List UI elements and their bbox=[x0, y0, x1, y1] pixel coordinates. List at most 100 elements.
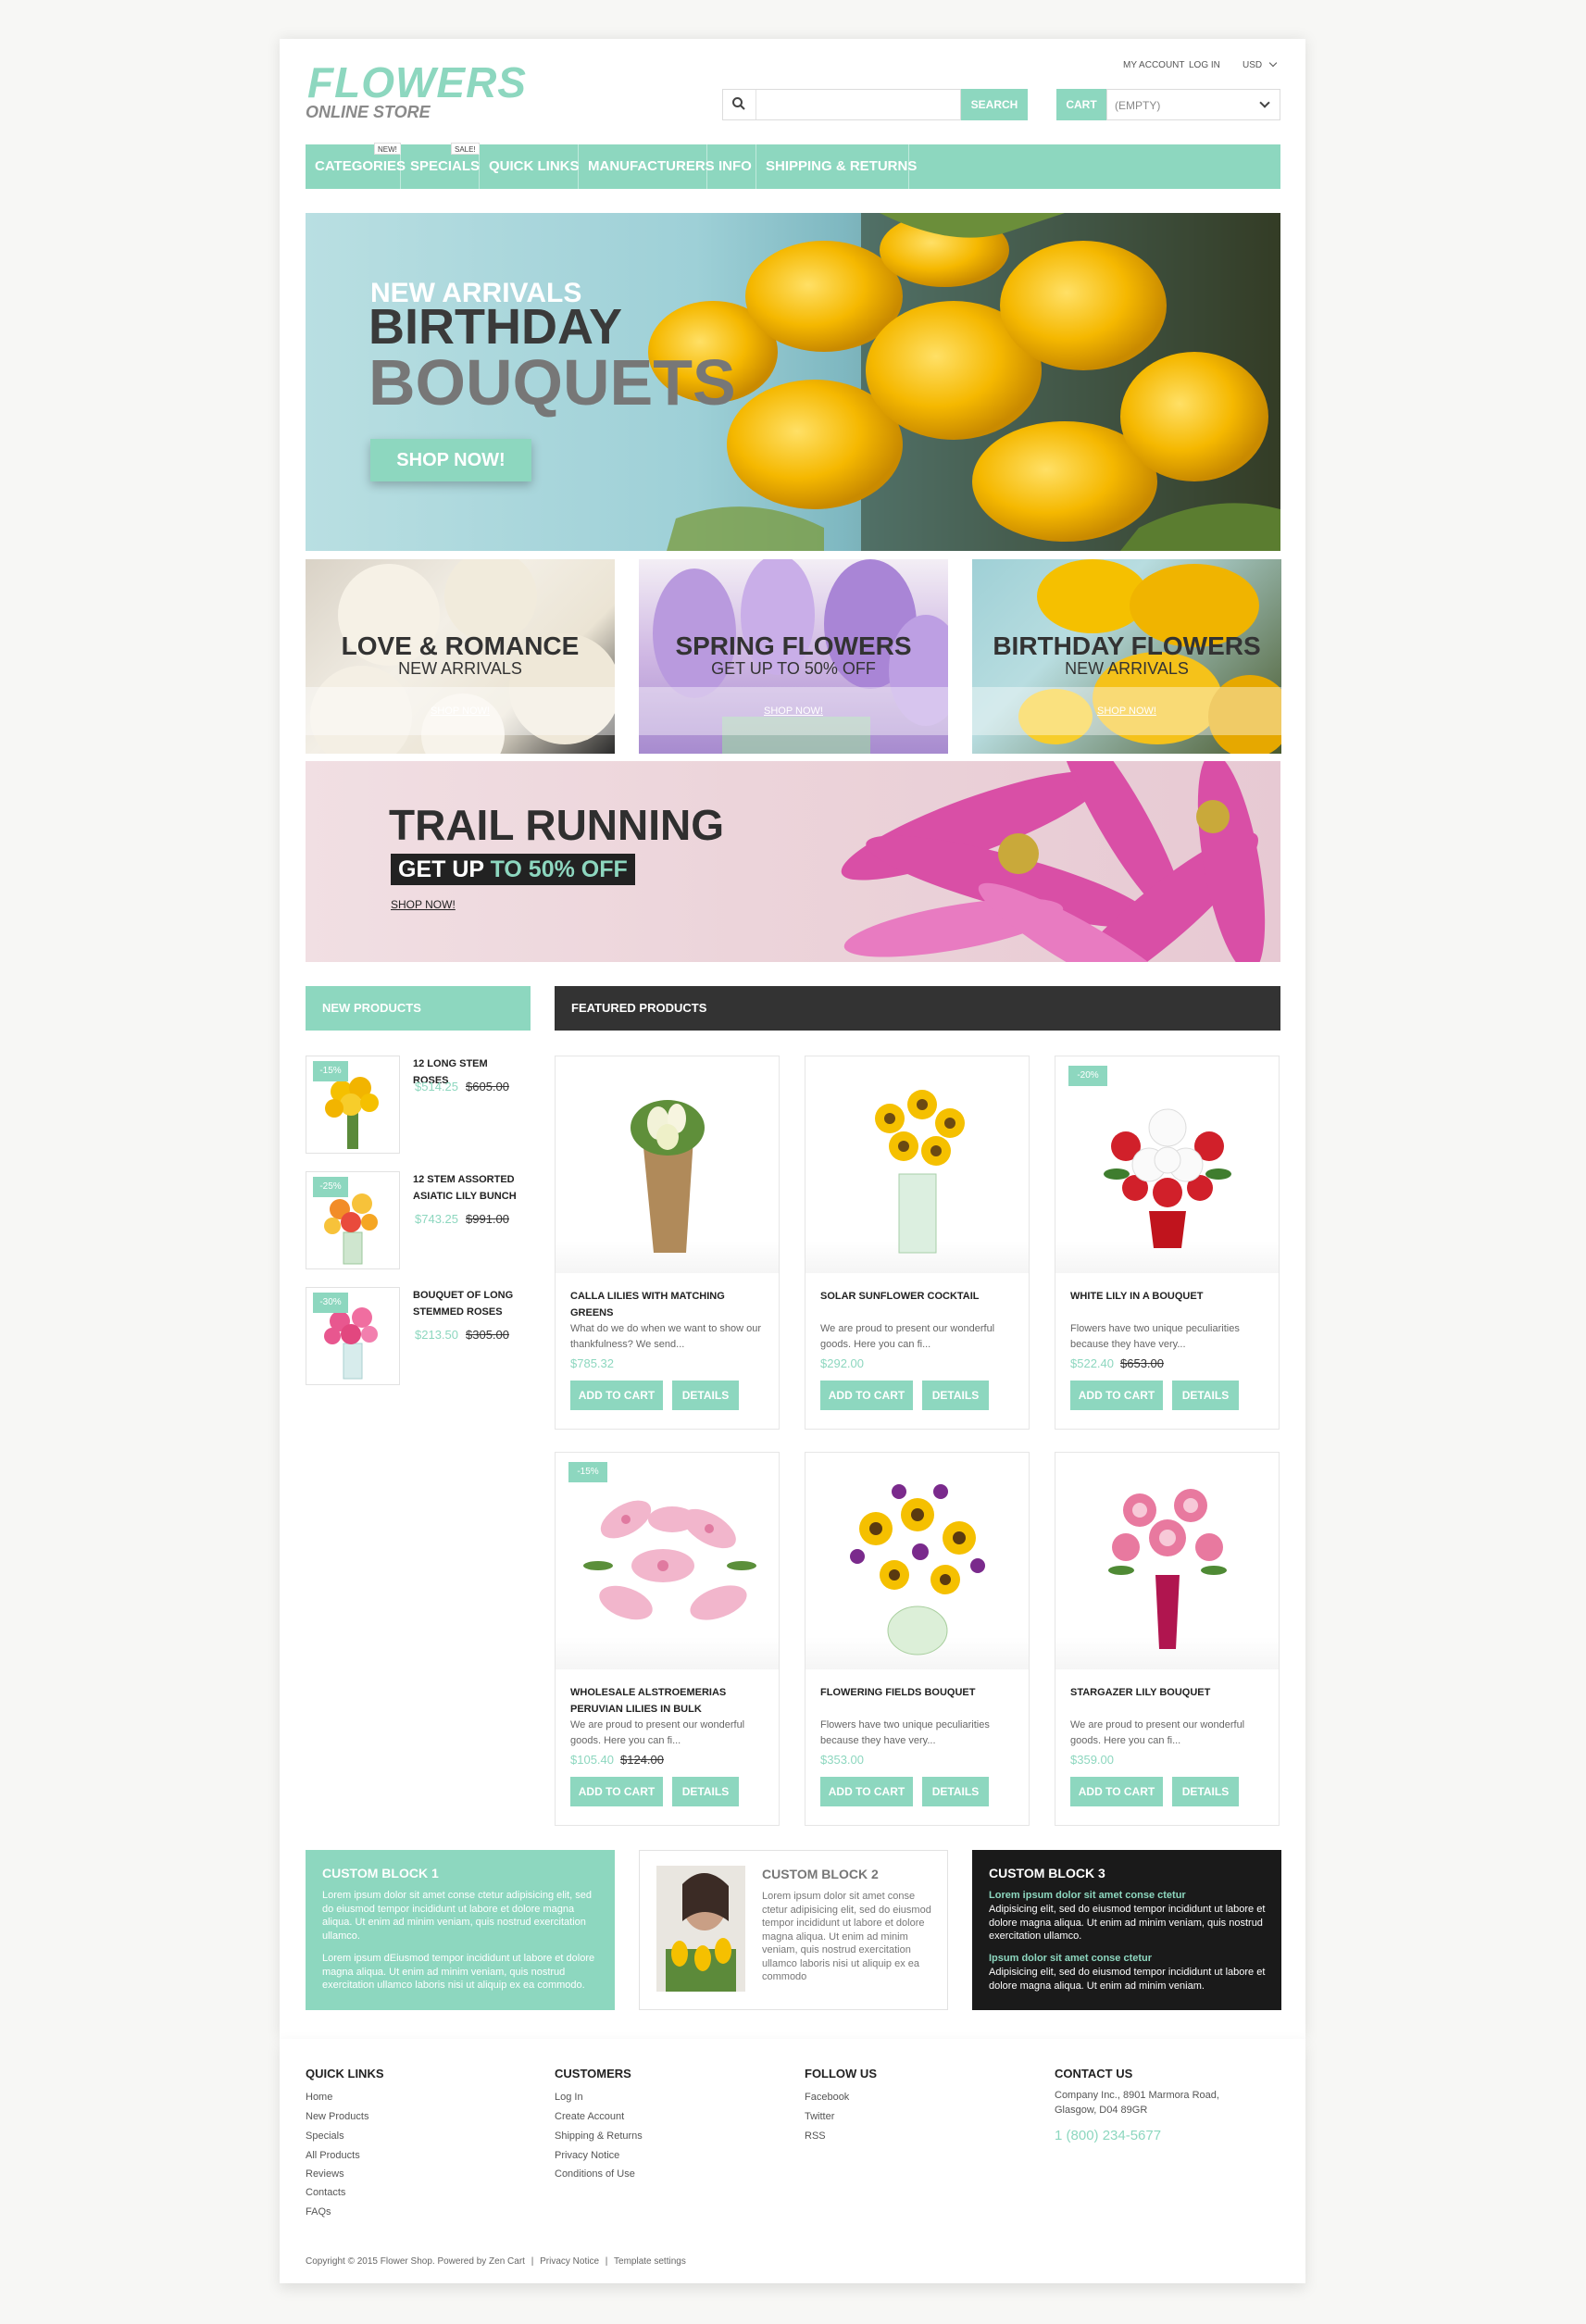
promo-shop-now-link[interactable]: SHOP NOW! bbox=[972, 706, 1281, 717]
footer-link-log-in[interactable]: Log In bbox=[555, 2093, 583, 2103]
details-button[interactable]: DETAILS bbox=[1172, 1381, 1239, 1410]
product-name[interactable]: WHITE LILY IN A BOUQUET bbox=[1070, 1288, 1269, 1305]
details-button[interactable]: DETAILS bbox=[672, 1381, 739, 1410]
details-button[interactable]: DETAILS bbox=[672, 1777, 739, 1806]
cart-status: (EMPTY) bbox=[1115, 99, 1161, 112]
product-image[interactable] bbox=[1055, 1056, 1279, 1273]
search-input[interactable] bbox=[756, 90, 959, 119]
footer-link-home[interactable]: Home bbox=[306, 2093, 332, 2103]
promo-shop-now-link[interactable]: SHOP NOW! bbox=[306, 706, 615, 717]
log-in-link[interactable]: LOG IN bbox=[1189, 61, 1220, 70]
new-product-name[interactable]: 12 STEM ASSORTED ASIATIC LILY BUNCH bbox=[413, 1171, 524, 1205]
custom-block-title: CUSTOM BLOCK 1 bbox=[322, 1866, 439, 1880]
product-card[interactable]: STARGAZER LILY BOUQUET We are proud to p… bbox=[1055, 1452, 1280, 1826]
product-image[interactable] bbox=[556, 1453, 779, 1669]
chevron-down-icon bbox=[1259, 97, 1270, 108]
search-icon bbox=[731, 96, 746, 116]
sunflower-vase-image bbox=[874, 1090, 965, 1254]
footer-link-create-account[interactable]: Create Account bbox=[555, 2112, 624, 2122]
promo-shop-now-link[interactable]: SHOP NOW! bbox=[639, 706, 948, 717]
promo-subtitle: GET UP TO 50% OFF bbox=[711, 659, 876, 678]
footer-bottom-bar: Copyright © 2015 Flower Shop. Powered by… bbox=[306, 2257, 686, 2267]
nav-manufacturers[interactable]: MANUFACTURERS bbox=[588, 144, 715, 189]
nav-shipping-returns[interactable]: SHIPPING & RETURNS bbox=[766, 144, 917, 189]
hero-banner[interactable]: NEW ARRIVALS BIRTHDAY BOUQUETS SHOP NOW! bbox=[306, 213, 1280, 551]
custom-block-title: CUSTOM BLOCK 3 bbox=[989, 1866, 1105, 1880]
footer-link-specials[interactable]: Specials bbox=[306, 2131, 344, 2142]
custom-block-text: Adipisicing elit, sed do eiusmod tempor … bbox=[989, 1904, 1266, 1942]
add-to-cart-button[interactable]: ADD TO CART bbox=[570, 1777, 663, 1806]
footer-link-new-products[interactable]: New Products bbox=[306, 2112, 368, 2122]
add-to-cart-button[interactable]: ADD TO CART bbox=[1070, 1381, 1163, 1410]
footer-link-shipping-returns[interactable]: Shipping & Returns bbox=[555, 2131, 643, 2142]
nav-info[interactable]: INFO bbox=[718, 144, 752, 189]
trail-running-banner[interactable]: TRAIL RUNNING GET UP TO 50% OFF SHOP NOW… bbox=[306, 761, 1280, 962]
product-card[interactable]: FLOWERING FIELDS BOUQUET Flowers have tw… bbox=[805, 1452, 1030, 1826]
product-image[interactable] bbox=[1055, 1453, 1279, 1669]
footer-privacy-link[interactable]: Privacy Notice bbox=[540, 2256, 599, 2267]
logo-subtitle[interactable]: ONLINE STORE bbox=[306, 104, 431, 120]
my-account-link[interactable]: MY ACCOUNT bbox=[1123, 61, 1185, 70]
footer-link-twitter[interactable]: Twitter bbox=[805, 2112, 834, 2122]
promo-subtitle: NEW ARRIVALS bbox=[1065, 659, 1189, 678]
new-product-old-price: $305.00 bbox=[466, 1328, 509, 1342]
new-product-old-price: $991.00 bbox=[466, 1212, 509, 1226]
add-to-cart-button[interactable]: ADD TO CART bbox=[1070, 1777, 1163, 1806]
product-image[interactable] bbox=[556, 1056, 779, 1273]
footer-link-contacts[interactable]: Contacts bbox=[306, 2188, 345, 2198]
footer-panel bbox=[280, 2039, 1305, 2283]
copyright-text: Copyright © 2015 Flower Shop. Powered by… bbox=[306, 2256, 525, 2267]
new-product-name[interactable]: BOUQUET OF LONG STEMMED ROSES bbox=[413, 1287, 524, 1320]
details-button[interactable]: DETAILS bbox=[1172, 1777, 1239, 1806]
custom-block-title: CUSTOM BLOCK 2 bbox=[762, 1867, 879, 1881]
currency-select[interactable]: USD bbox=[1243, 58, 1278, 70]
woman-with-tulips-image bbox=[656, 1866, 745, 1992]
product-name[interactable]: SOLAR SUNFLOWER COCKTAIL bbox=[820, 1288, 1019, 1305]
product-card[interactable]: -20% WHITE LILY IN A BOUQUET Flowers hav… bbox=[1055, 1056, 1280, 1430]
details-button[interactable]: DETAILS bbox=[922, 1777, 989, 1806]
add-to-cart-button[interactable]: ADD TO CART bbox=[820, 1777, 913, 1806]
footer-phone[interactable]: 1 (800) 234-5677 bbox=[1055, 2128, 1161, 2143]
cart-button[interactable]: CART bbox=[1056, 89, 1106, 120]
footer-template-settings-link[interactable]: Template settings bbox=[614, 2256, 686, 2267]
search-button[interactable]: SEARCH bbox=[961, 89, 1028, 120]
product-name[interactable]: WHOLESALE ALSTROEMERIAS PERUVIAN LILIES … bbox=[570, 1684, 769, 1718]
promo-spring-flowers[interactable]: SPRING FLOWERS GET UP TO 50% OFF SHOP NO… bbox=[639, 559, 948, 754]
footer-link-all-products[interactable]: All Products bbox=[306, 2151, 360, 2161]
custom-block-3: CUSTOM BLOCK 3 Lorem ipsum dolor sit ame… bbox=[972, 1850, 1281, 2010]
product-image[interactable] bbox=[805, 1453, 1029, 1669]
promo-love-romance[interactable]: LOVE & ROMANCE NEW ARRIVALS SHOP NOW! bbox=[306, 559, 615, 754]
banner-shop-now-link[interactable]: SHOP NOW! bbox=[391, 898, 456, 911]
product-card[interactable]: CALLA LILIES WITH MATCHING GREENS What d… bbox=[555, 1056, 780, 1430]
promo-birthday-flowers[interactable]: BIRTHDAY FLOWERS NEW ARRIVALS SHOP NOW! bbox=[972, 559, 1281, 754]
product-card[interactable]: -15% WHOLESALE ALSTROEMERIAS PERUVIAN LI… bbox=[555, 1452, 780, 1826]
footer-link-conditions-of-use[interactable]: Conditions of Use bbox=[555, 2169, 635, 2180]
product-description: We are proud to present our wonderful go… bbox=[1070, 1719, 1245, 1746]
footer-address-line1: Company Inc., 8901 Marmora Road, bbox=[1055, 2090, 1219, 2101]
footer-link-reviews[interactable]: Reviews bbox=[306, 2169, 344, 2180]
nav-badge-new: NEW! bbox=[374, 143, 401, 155]
hero-shop-now-button[interactable]: SHOP NOW! bbox=[370, 439, 531, 481]
stargazer-lily-vase-image bbox=[1107, 1489, 1227, 1649]
product-description: Flowers have two unique peculiarities be… bbox=[1070, 1323, 1240, 1350]
footer-link-facebook[interactable]: Facebook bbox=[805, 2093, 849, 2103]
add-to-cart-button[interactable]: ADD TO CART bbox=[570, 1381, 663, 1410]
product-price: $359.00 bbox=[1070, 1753, 1114, 1767]
footer-customers-heading: CUSTOMERS bbox=[555, 2067, 631, 2080]
product-name[interactable]: FLOWERING FIELDS BOUQUET bbox=[820, 1684, 1019, 1701]
product-old-price: $124.00 bbox=[620, 1753, 664, 1767]
footer-link-rss[interactable]: RSS bbox=[805, 2131, 826, 2142]
nav-quick-links[interactable]: QUICK LINKS bbox=[489, 144, 580, 189]
footer-link-faqs[interactable]: FAQs bbox=[306, 2207, 331, 2218]
product-name[interactable]: STARGAZER LILY BOUQUET bbox=[1070, 1684, 1269, 1701]
hero-title-line2: BOUQUETS bbox=[368, 346, 736, 419]
footer-link-privacy-notice[interactable]: Privacy Notice bbox=[555, 2151, 619, 2161]
details-button[interactable]: DETAILS bbox=[922, 1381, 989, 1410]
add-to-cart-button[interactable]: ADD TO CART bbox=[820, 1381, 913, 1410]
product-image[interactable] bbox=[805, 1056, 1029, 1273]
logo-title[interactable]: FLOWERS bbox=[307, 61, 527, 104]
product-name[interactable]: CALLA LILIES WITH MATCHING GREENS bbox=[570, 1288, 769, 1321]
cart-dropdown[interactable]: (EMPTY) bbox=[1106, 89, 1280, 120]
discount-badge: -20% bbox=[1068, 1066, 1107, 1086]
product-card[interactable]: SOLAR SUNFLOWER COCKTAIL We are proud to… bbox=[805, 1056, 1030, 1430]
